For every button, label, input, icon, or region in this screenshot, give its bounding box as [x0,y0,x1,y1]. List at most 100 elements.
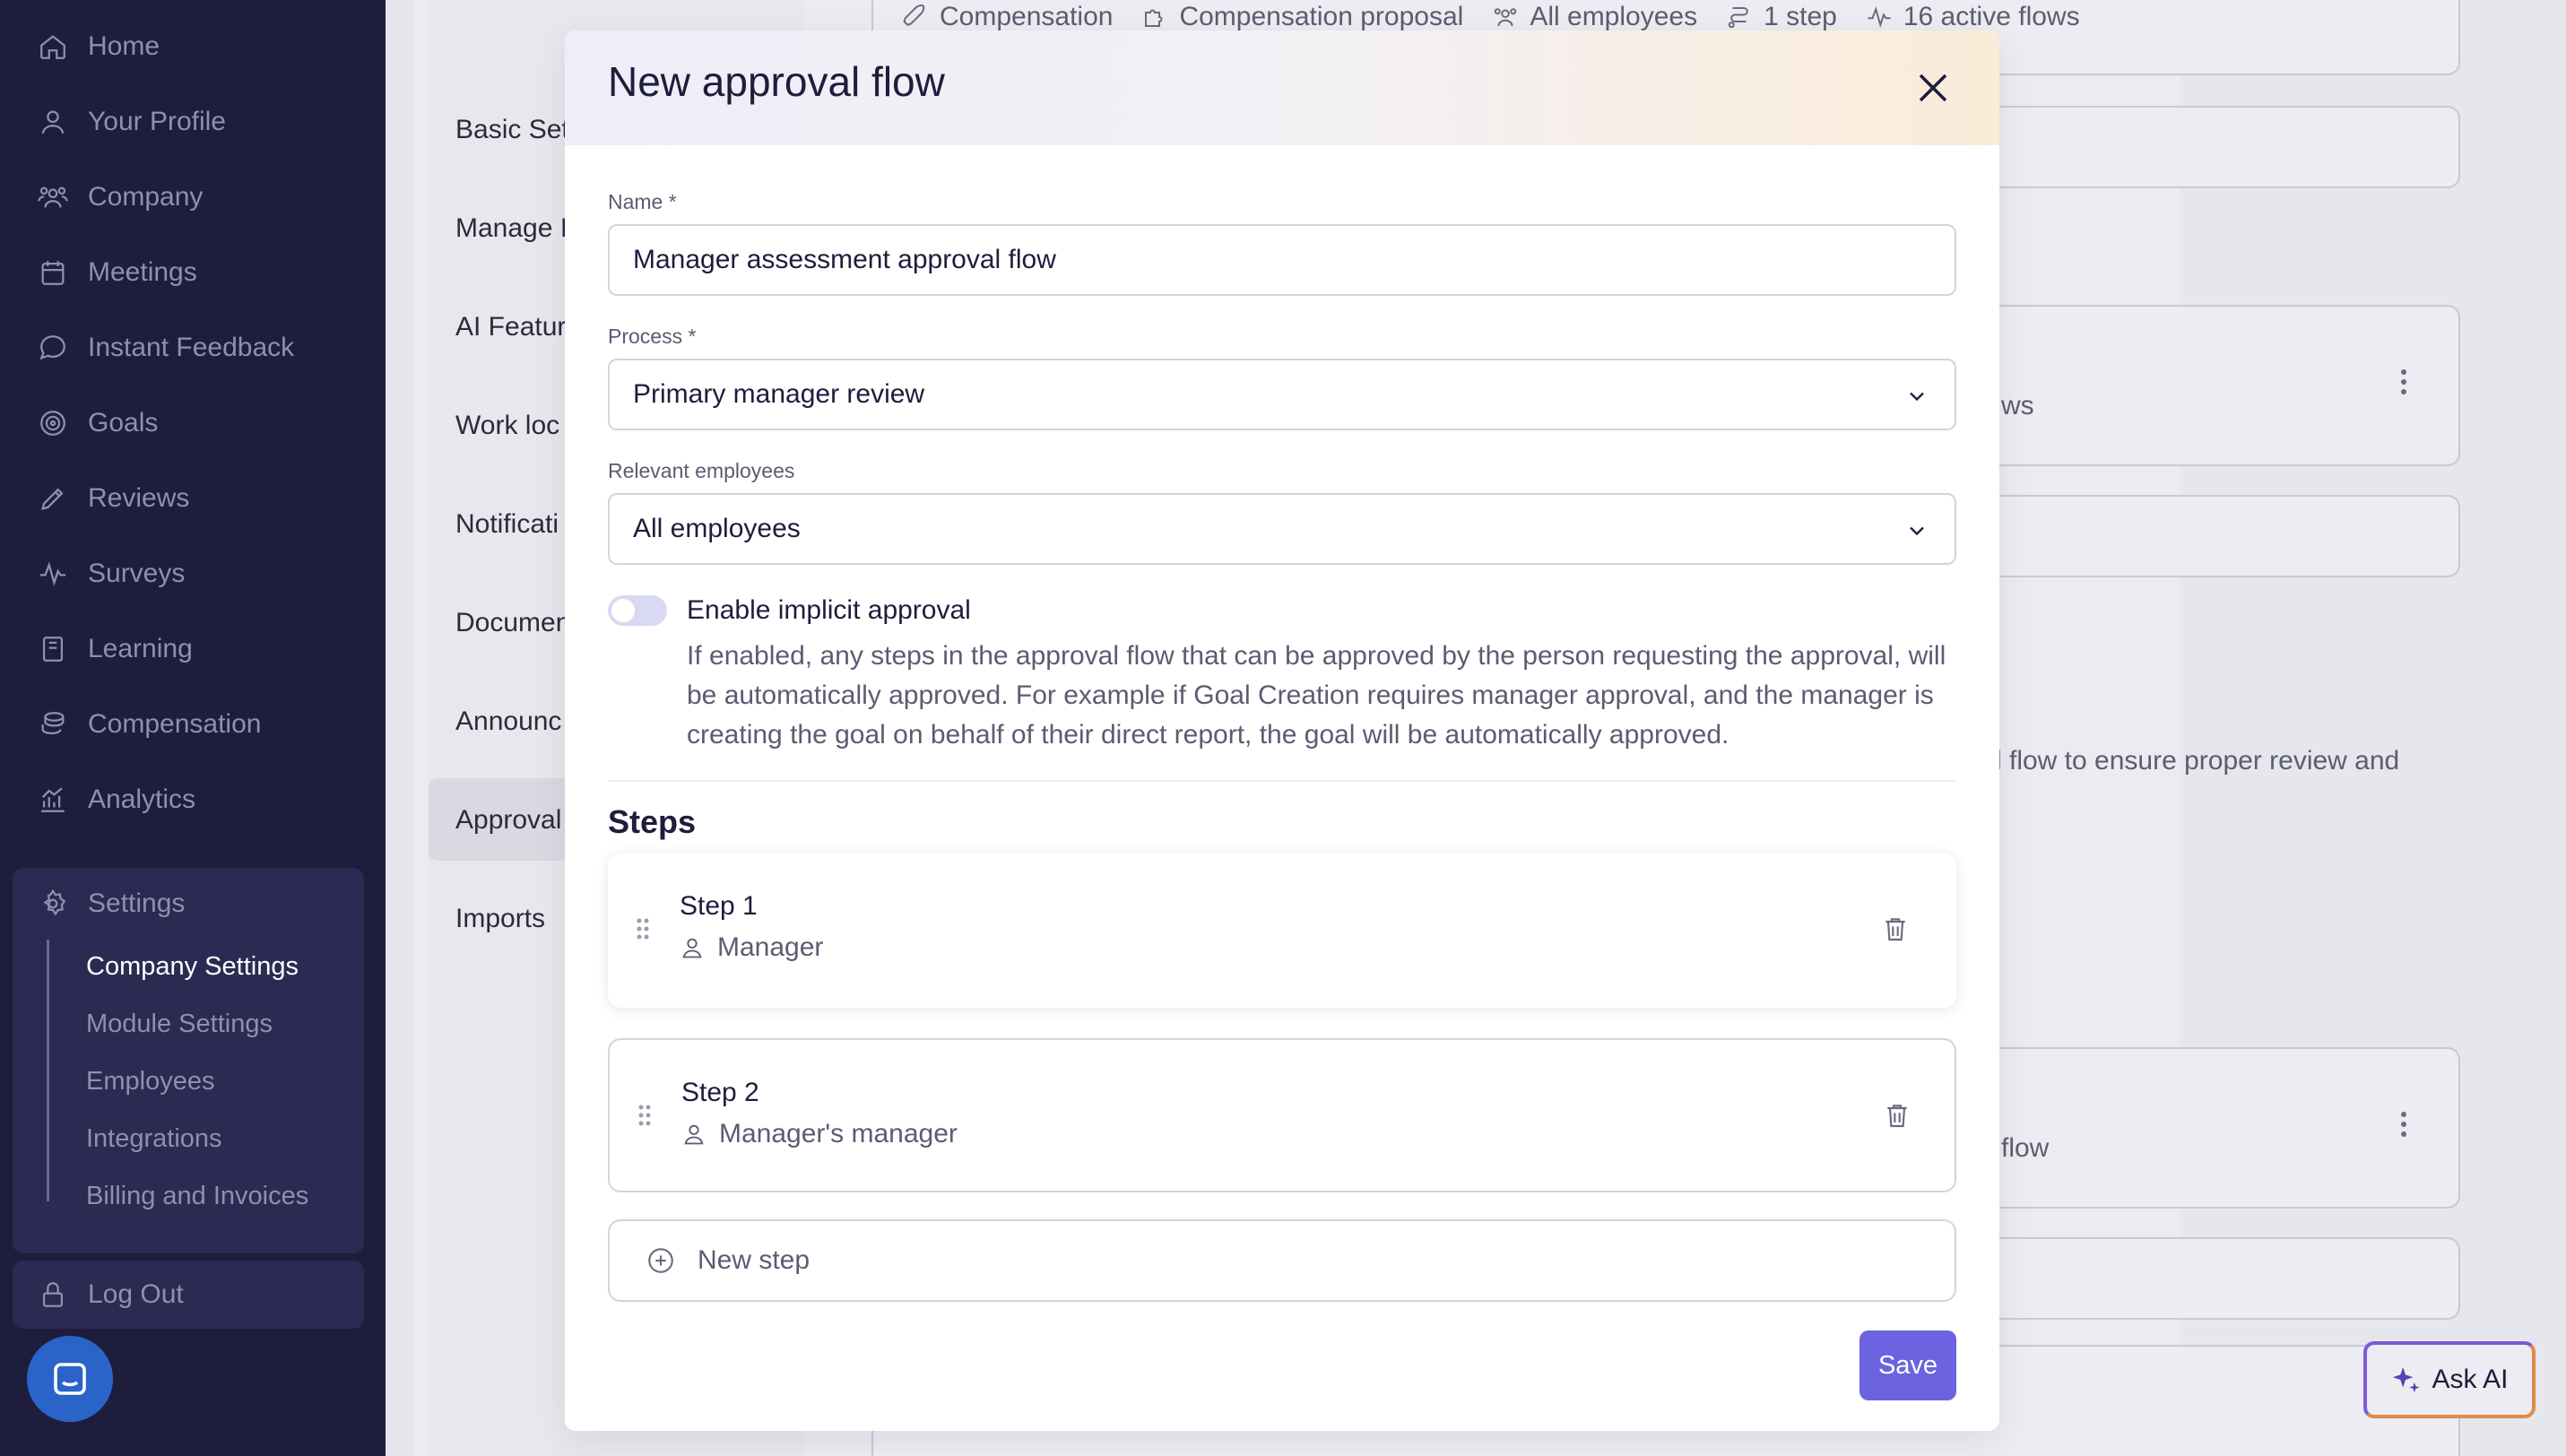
sidebar-item-label: Settings [88,888,186,918]
sidebar-item-analytics[interactable]: Analytics [38,773,195,827]
sidebar-item-learning[interactable]: Learning [38,622,193,676]
sidebar-item-home[interactable]: Home [38,20,160,74]
name-input[interactable]: Manager assessment approval flow [608,224,1956,296]
divider [608,780,1956,782]
approval-flow-meta: Compensation Compensation proposal All e… [902,2,2080,32]
lock-icon [42,1282,64,1307]
implicit-approval-label: Enable implicit approval [687,595,971,625]
sidebar-item-reviews[interactable]: Reviews [38,472,189,525]
employees-select[interactable]: All employees [608,493,1956,565]
sidebar: Home Your Profile Company Meetings Insta… [0,0,386,1456]
sidebar-item-surveys[interactable]: Surveys [38,547,185,601]
sidebar-item-label: Learning [88,634,193,663]
sidebar-item-label: Analytics [88,784,196,814]
step-role: Manager's manager [681,1119,958,1149]
chart-icon [41,787,65,812]
meta-module: Compensation [940,2,1114,31]
coins-icon [41,712,65,735]
sidebar-item-compensation[interactable]: Compensation [38,698,261,751]
chat-bubble-icon [54,1363,86,1395]
background-card-text: flow [2001,1133,2050,1163]
step-role-label: Manager [717,932,824,962]
settings-nav-item[interactable]: Basic Set [455,115,569,145]
step-role: Manager [680,932,823,963]
process-label: Process * [608,325,697,348]
settings-nav-item[interactable]: Notificati [455,509,559,540]
background-description: l flow to ensure proper review and [1996,746,2400,776]
settings-nav-item[interactable]: Imports [455,904,545,934]
step-role-label: Manager's manager [719,1119,958,1148]
settings-nav-item[interactable]: Announc [455,706,561,737]
new-step-label: New step [698,1245,811,1275]
chevron-down-icon [1910,392,1924,402]
kebab-menu-icon[interactable] [2401,1112,2406,1137]
sidebar-item-goals[interactable]: Goals [38,396,158,450]
implicit-approval-toggle[interactable] [608,595,667,626]
process-select[interactable]: Primary manager review [608,359,1956,430]
pencil-icon [41,488,64,510]
drag-handle-icon[interactable] [635,916,651,941]
sidebar-subitem-company-settings[interactable]: Company Settings [86,952,299,982]
ask-ai-button[interactable]: Ask AI [2363,1341,2536,1418]
sidebar-item-settings[interactable]: Settings [38,877,185,931]
settings-nav-item[interactable]: Manage I [455,213,568,244]
name-value: Manager assessment approval flow [633,245,1056,274]
settings-nav-item-approval[interactable]: Approval [455,805,561,836]
settings-nav-item[interactable]: Work loc [455,411,559,441]
toggle-knob [611,599,635,622]
step-card[interactable]: Step 2 Manager's manager [608,1038,1956,1192]
meta-employees: All employees [1530,2,1698,31]
sidebar-item-meetings[interactable]: Meetings [38,246,197,299]
settings-nav-item[interactable]: AI Featur [455,312,566,342]
steps-icon [1728,7,1748,29]
save-button[interactable]: Save [1859,1330,1956,1400]
name-label: Name * [608,190,677,213]
sidebar-item-label: Goals [88,408,159,438]
trash-icon[interactable] [1883,1099,1911,1131]
close-icon[interactable] [1911,66,1955,109]
user-icon [682,938,702,958]
chevron-down-icon [1910,526,1924,536]
sidebar-item-your-profile[interactable]: Your Profile [38,95,226,149]
kebab-menu-icon[interactable] [2401,369,2406,394]
gear-icon [43,888,66,916]
drag-handle-icon[interactable] [637,1103,653,1128]
employees-value: All employees [633,514,801,543]
book-icon [42,637,64,662]
calendar-icon [41,261,65,285]
sidebar-subitem-employees[interactable]: Employees [86,1067,214,1096]
trash-icon[interactable] [1881,913,1910,945]
user-icon [684,1124,704,1145]
plus-circle-icon [648,1248,673,1273]
chat-icon [39,335,65,360]
settings-nav-item[interactable]: Documen [455,608,570,638]
sidebar-subitem-integrations[interactable]: Integrations [86,1124,222,1154]
sidebar-item-label: Company [88,182,204,212]
step-name: Step 1 [680,891,758,921]
sidebar-item-label: Instant Feedback [88,333,295,362]
sidebar-subitem-billing[interactable]: Billing and Invoices [86,1182,308,1211]
meta-process: Compensation proposal [1179,2,1464,31]
target-icon [40,411,65,436]
sidebar-item-label: Surveys [88,559,186,588]
steps-title: Steps [608,803,697,840]
step-card[interactable]: Step 1 Manager [608,854,1956,1008]
chat-launcher-button[interactable] [27,1336,113,1422]
new-approval-flow-modal: New approval flow Name * Manager assessm… [565,30,1999,1431]
employees-label: Relevant employees [608,459,795,482]
home-icon [40,35,65,59]
process-value: Primary manager review [633,379,925,409]
sidebar-item-label: Reviews [88,483,190,513]
implicit-approval-description: If enabled, any steps in the approval fl… [687,641,1946,750]
sidebar-subitem-module-settings[interactable]: Module Settings [86,1010,273,1039]
background-card-text: ws [2001,391,2034,420]
sidebar-item-instant-feedback[interactable]: Instant Feedback [38,321,294,375]
logout-button[interactable]: Log Out [38,1268,184,1322]
submenu-indicator-line [47,940,49,1201]
modal-title: New approval flow [608,58,945,105]
user-icon [41,110,65,134]
sidebar-item-label: Your Profile [88,107,226,136]
new-step-button[interactable]: New step [608,1219,1956,1302]
sidebar-item-company[interactable]: Company [38,170,203,224]
pulse-icon [39,561,66,586]
